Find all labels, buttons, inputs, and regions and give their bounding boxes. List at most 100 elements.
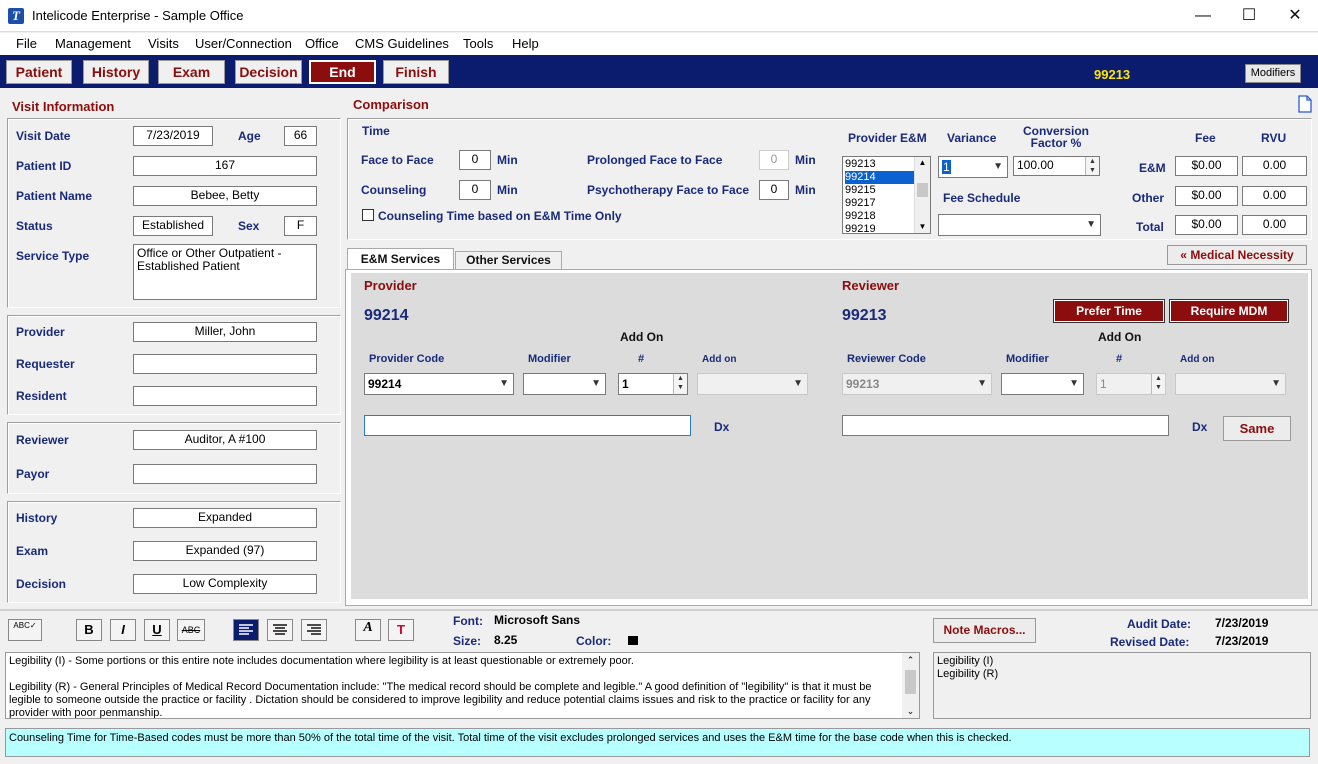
prefer-time-button[interactable]: Prefer Time <box>1053 299 1165 323</box>
spellcheck-icon[interactable]: ABC✓ <box>8 619 42 641</box>
menu-bar: File Management Visits User/Connection O… <box>0 33 1318 55</box>
splitter[interactable] <box>0 609 1318 611</box>
provider-num-spinner[interactable]: ▲ ▼ <box>673 374 687 394</box>
provider-field[interactable]: Miller, John <box>133 322 317 342</box>
provider-code-label: Provider Code <box>369 353 445 365</box>
provider-code-select[interactable]: 99214 ▼ <box>364 373 514 395</box>
align-left-button[interactable] <box>233 619 259 641</box>
reviewer-code-select[interactable]: 99213 ▼ <box>842 373 992 395</box>
same-button[interactable]: Same <box>1223 416 1291 441</box>
note-macros-list[interactable]: Legibility (I) Legibility (R) <box>933 652 1311 719</box>
minimize-button[interactable]: — <box>1180 0 1226 32</box>
resident-field[interactable] <box>133 386 317 406</box>
fee-schedule-select[interactable]: ▼ <box>938 214 1101 236</box>
provider-dx-label: Dx <box>714 420 730 434</box>
status-field[interactable]: Established <box>133 216 213 236</box>
provider-em-option-selected[interactable]: 99214 <box>845 171 915 184</box>
service-type-label: Service Type <box>16 249 90 263</box>
align-center-button[interactable] <box>267 619 293 641</box>
psychotherapy-field[interactable]: 0 <box>759 180 789 200</box>
italic-button[interactable]: I <box>110 619 136 641</box>
menu-help[interactable]: Help <box>512 36 539 51</box>
nav-decision-button[interactable]: Decision <box>235 60 302 84</box>
tab-em-services[interactable]: E&M Services <box>347 248 454 270</box>
window-title: Intelicode Enterprise - Sample Office <box>32 8 244 23</box>
reviewer-num-stepper[interactable]: 1 ▲ ▼ <box>1096 373 1166 395</box>
decision-field[interactable]: Low Complexity <box>133 574 317 594</box>
modifiers-button[interactable]: Modifiers <box>1245 64 1301 83</box>
menu-file[interactable]: File <box>16 36 37 51</box>
provider-em-option[interactable]: 99219 <box>845 223 915 233</box>
provider-num-stepper[interactable]: 1 ▲ ▼ <box>618 373 688 395</box>
exam-field[interactable]: Expanded (97) <box>133 541 317 561</box>
nav-patient-button[interactable]: Patient <box>6 60 72 84</box>
reviewer-addon-select[interactable]: ▼ <box>1175 373 1286 395</box>
conversion-factor-field[interactable]: 100.00 ▲ ▼ <box>1013 156 1100 176</box>
counseling-checkbox[interactable] <box>362 209 374 221</box>
em-fee-field[interactable]: $0.00 <box>1175 156 1238 176</box>
payor-field[interactable] <box>133 464 317 484</box>
bold-button[interactable]: B <box>76 619 102 641</box>
other-fee-field[interactable]: $0.00 <box>1175 186 1238 206</box>
nav-exam-button[interactable]: Exam <box>158 60 225 84</box>
reviewer-field[interactable]: Auditor, A #100 <box>133 430 317 450</box>
reviewer-dx-field[interactable] <box>842 415 1169 436</box>
requester-field[interactable] <box>133 354 317 374</box>
age-field[interactable]: 66 <box>284 126 317 146</box>
patient-name-field[interactable]: Bebee, Betty <box>133 186 317 206</box>
color-swatch[interactable] <box>628 636 638 645</box>
provider-em-option[interactable]: 99215 <box>845 184 915 197</box>
note-macros-button[interactable]: Note Macros... <box>933 618 1036 643</box>
underline-button[interactable]: U <box>144 619 170 641</box>
patient-id-field[interactable]: 167 <box>133 156 317 176</box>
provider-em-scrollbar[interactable]: ▲ ▼ <box>914 157 930 233</box>
strikethrough-button[interactable]: ABC <box>177 619 205 641</box>
provider-em-option[interactable]: 99217 <box>845 197 915 210</box>
nav-history-button[interactable]: History <box>83 60 149 84</box>
provider-em-option[interactable]: 99213 <box>845 158 915 171</box>
conversion-factor-spinner[interactable]: ▲ ▼ <box>1085 157 1099 175</box>
history-field[interactable]: Expanded <box>133 508 317 528</box>
variance-select[interactable]: 1 ▼ <box>938 156 1008 178</box>
document-icon[interactable] <box>1298 95 1312 113</box>
total-fee-field[interactable]: $0.00 <box>1175 215 1238 235</box>
other-rvu-field[interactable]: 0.00 <box>1242 186 1307 206</box>
provider-addon-select[interactable]: ▼ <box>697 373 808 395</box>
total-rvu-field[interactable]: 0.00 <box>1242 215 1307 235</box>
face-to-face-field[interactable]: 0 <box>459 150 491 170</box>
font-value: Microsoft Sans <box>494 613 581 627</box>
align-left-icon <box>239 624 253 635</box>
menu-office[interactable]: Office <box>305 36 339 51</box>
reviewer-num-spinner[interactable]: ▲ ▼ <box>1151 374 1165 394</box>
menu-cms-guidelines[interactable]: CMS Guidelines <box>355 36 449 51</box>
visit-date-field[interactable]: 7/23/2019 <box>133 126 213 146</box>
notes-scrollbar[interactable]: ⌃ ⌄ <box>902 653 919 718</box>
notes-editor[interactable]: Legibility (I) - Some portions or this e… <box>5 652 920 719</box>
menu-user-connection[interactable]: User/Connection <box>195 36 292 51</box>
menu-management[interactable]: Management <box>55 36 131 51</box>
require-mdm-button[interactable]: Require MDM <box>1169 299 1289 323</box>
service-type-field[interactable]: Office or Other Outpatient - Established… <box>133 244 317 300</box>
nav-end-button[interactable]: End <box>309 60 376 84</box>
medical-necessity-button[interactable]: « Medical Necessity <box>1167 245 1307 265</box>
close-button[interactable]: ✕ <box>1272 0 1318 32</box>
em-rvu-field[interactable]: 0.00 <box>1242 156 1307 176</box>
macro-item[interactable]: Legibility (R) <box>937 668 998 681</box>
text-color-icon[interactable]: T <box>388 619 414 641</box>
provider-dx-field[interactable] <box>364 415 691 436</box>
tab-other-services[interactable]: Other Services <box>455 251 562 270</box>
reviewer-modifier-select[interactable]: ▼ <box>1001 373 1084 395</box>
maximize-button[interactable]: ☐ <box>1226 0 1272 32</box>
counseling-field[interactable]: 0 <box>459 180 491 200</box>
nav-finish-button[interactable]: Finish <box>383 60 449 84</box>
provider-modifier-select[interactable]: ▼ <box>523 373 606 395</box>
menu-visits[interactable]: Visits <box>148 36 179 51</box>
align-right-button[interactable] <box>301 619 327 641</box>
font-icon[interactable]: A <box>355 619 381 641</box>
prolonged-field[interactable]: 0 <box>759 150 789 170</box>
menu-tools[interactable]: Tools <box>463 36 493 51</box>
provider-em-list[interactable]: 99213 99214 99215 99217 99218 99219 ▲ ▼ <box>842 156 931 234</box>
provider-em-option[interactable]: 99218 <box>845 210 915 223</box>
sex-field[interactable]: F <box>284 216 317 236</box>
macro-item[interactable]: Legibility (I) <box>937 655 998 668</box>
